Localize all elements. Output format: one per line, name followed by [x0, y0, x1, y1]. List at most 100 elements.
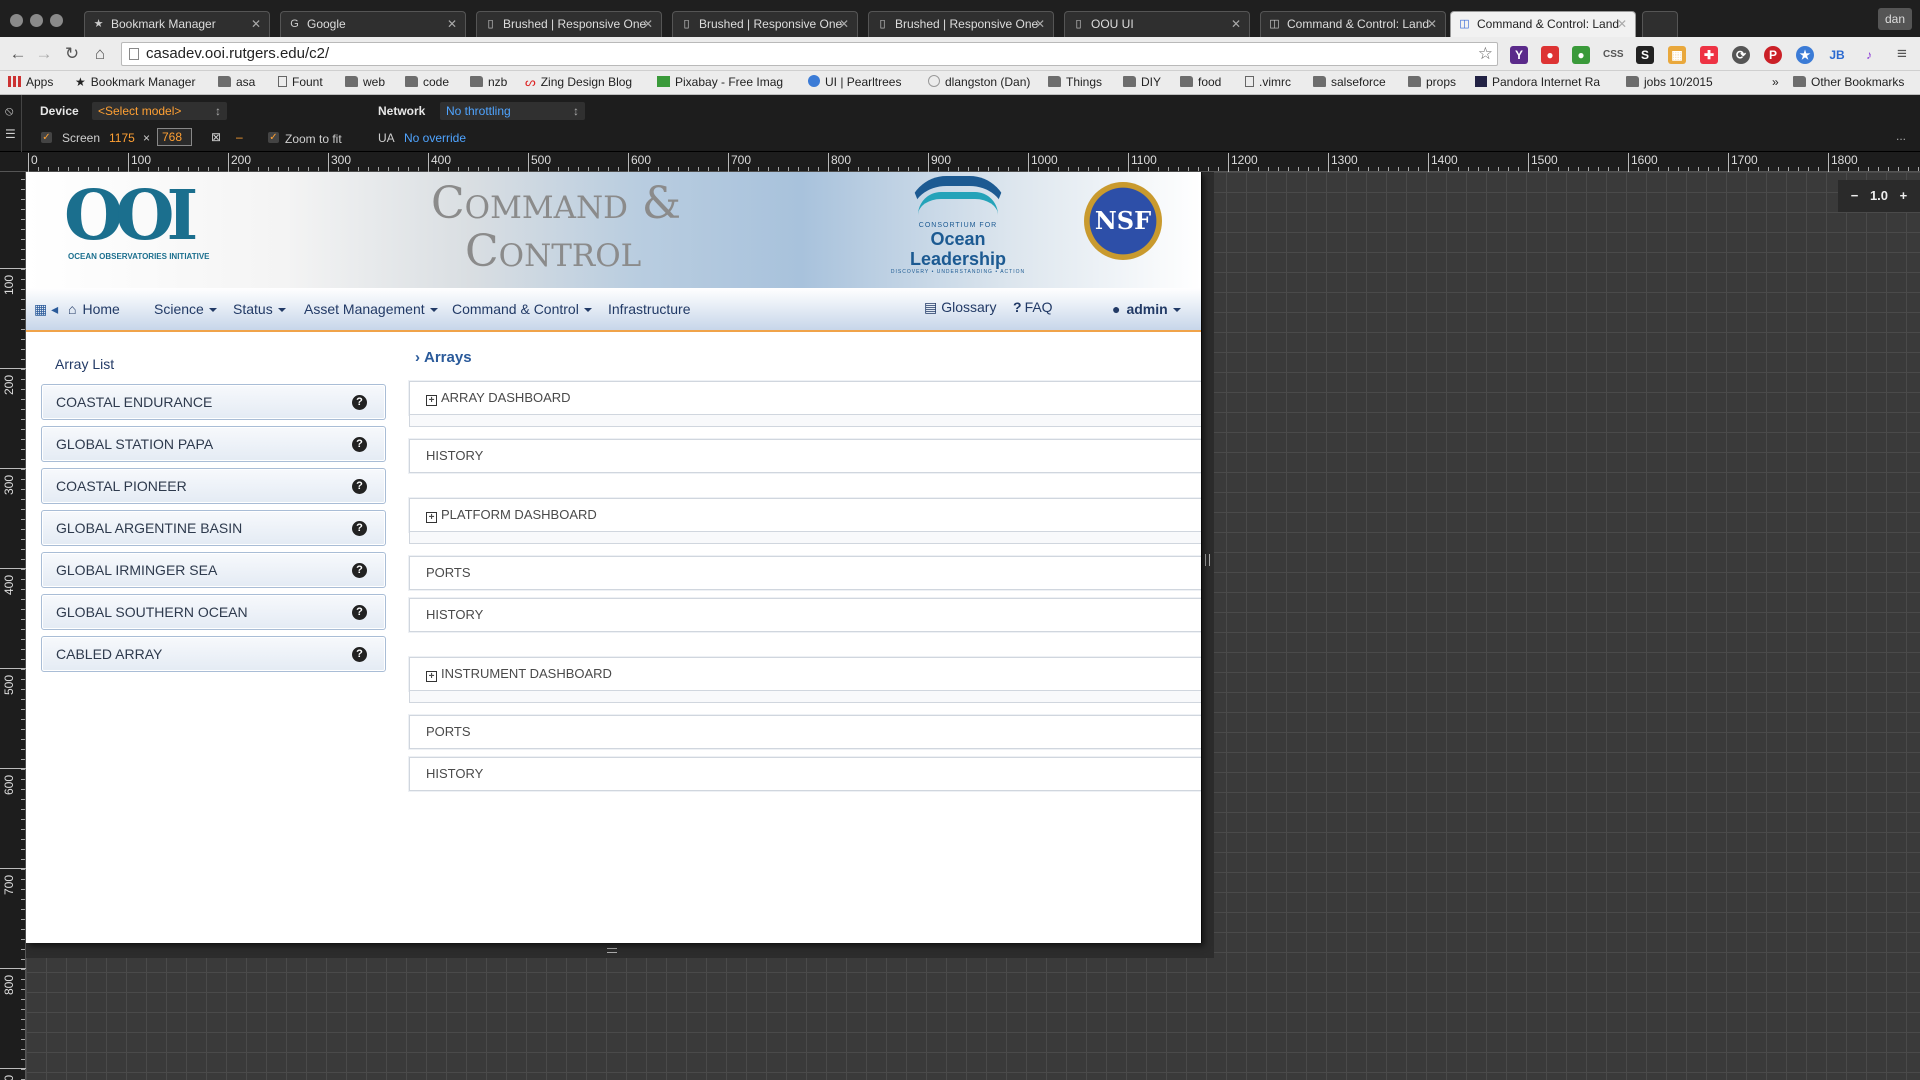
nav-asset-management[interactable]: Asset Management [304, 301, 438, 317]
bookmark-zing[interactable]: ᔕ Zing Design Blog [525, 75, 632, 89]
css-extension-icon[interactable]: CSS [1603, 46, 1624, 64]
evernote-extension-icon[interactable]: ● [1572, 46, 1590, 64]
no-sign-icon[interactable]: ⦸ [5, 103, 13, 119]
expand-icon[interactable]: + [426, 512, 437, 523]
expand-icon[interactable]: + [426, 395, 437, 406]
bookmark-folder-nzb[interactable]: nzb [470, 75, 507, 89]
nav-status[interactable]: Status [233, 301, 286, 317]
ocean-leadership-logo[interactable]: CONSORTIUM FOR Ocean Leadership DISCOVER… [883, 176, 1033, 275]
nav-faq[interactable]: ? FAQ [1013, 299, 1053, 315]
array-dashboard-panel[interactable]: + ARRAY DASHBOARD [409, 381, 1201, 415]
array-history-panel[interactable]: HISTORY [409, 439, 1201, 473]
help-icon[interactable]: ? [352, 563, 367, 578]
bookmark-pixabay[interactable]: Pixabay - Free Imag [657, 75, 783, 89]
bookmark-vimrc[interactable]: .vimrc [1245, 75, 1291, 89]
puzzle-extension-icon[interactable]: ✚ [1700, 46, 1718, 64]
breadcrumb[interactable]: › Arrays [415, 349, 472, 366]
platform-history-panel[interactable]: HISTORY [409, 598, 1201, 632]
help-icon[interactable]: ? [352, 647, 367, 662]
ooi-logo[interactable]: OOI OCEAN OBSERVATORIES INITIATIVE [64, 180, 214, 261]
nav-infrastructure[interactable]: Infrastructure [608, 301, 690, 317]
screen-height-input[interactable]: 768 [157, 128, 192, 146]
profile-button[interactable]: dan [1878, 8, 1912, 30]
back-icon[interactable]: ← [8, 44, 28, 64]
help-icon[interactable]: ? [352, 605, 367, 620]
platform-dashboard-panel[interactable]: + PLATFORM DASHBOARD [409, 498, 1201, 532]
instrument-ports-panel[interactable]: PORTS [409, 715, 1201, 749]
zoom-in-button[interactable]: + [1900, 188, 1908, 203]
user-menu[interactable]: ● admin [1112, 301, 1181, 317]
s-extension-icon[interactable]: S [1636, 46, 1654, 64]
array-item-global-southern-ocean[interactable]: GLOBAL SOUTHERN OCEAN? [41, 594, 386, 630]
reload-icon[interactable]: ↻ [62, 44, 82, 64]
array-item-global-irminger-sea[interactable]: GLOBAL IRMINGER SEA? [41, 552, 386, 588]
tab-bookmark-manager[interactable]: ★ Bookmark Manager ✕ [84, 11, 270, 37]
instrument-dashboard-panel[interactable]: + INSTRUMENT DASHBOARD [409, 657, 1201, 691]
page-info-icon[interactable] [129, 48, 139, 60]
sidebar-toggle-icon[interactable]: ▦ ◂ [34, 301, 58, 318]
array-item-global-argentine-basin[interactable]: GLOBAL ARGENTINE BASIN? [41, 510, 386, 546]
bookmark-folder-salseforce[interactable]: salseforce [1313, 75, 1386, 89]
bookmark-folder-props[interactable]: props [1408, 75, 1456, 89]
bookmark-folder-jobs[interactable]: jobs 10/2015 [1626, 75, 1713, 89]
nsf-logo[interactable]: NSF [1084, 182, 1162, 260]
dpr-value[interactable]: – [236, 130, 243, 144]
window-close-button[interactable] [10, 14, 23, 27]
help-icon[interactable]: ? [352, 479, 367, 494]
bookmark-other[interactable]: Other Bookmarks [1793, 75, 1904, 89]
tab-brushed-2[interactable]: ▯ Brushed | Responsive One ✕ [672, 11, 858, 37]
bookmark-pearltrees[interactable]: UI | Pearltrees [808, 75, 901, 89]
bookmark-folder-asa[interactable]: asa [218, 75, 255, 89]
platform-ports-panel[interactable]: PORTS [409, 556, 1201, 590]
bookmark-folder-web[interactable]: web [345, 75, 385, 89]
bookmarks-overflow-button[interactable]: » [1772, 75, 1779, 89]
ua-override-value[interactable]: No override [404, 131, 466, 145]
tab-close-icon[interactable]: ✕ [447, 12, 457, 36]
array-item-global-station-papa[interactable]: GLOBAL STATION PAPA? [41, 426, 386, 462]
star-extension-icon[interactable]: ★ [1796, 46, 1814, 64]
yahoo-extension-icon[interactable]: Y [1510, 46, 1528, 64]
bookmark-github[interactable]: dlangston (Dan) [928, 75, 1030, 89]
media-query-icon[interactable]: ☰ [5, 127, 16, 141]
jb-extension-icon[interactable]: JB [1828, 46, 1846, 64]
tab-close-icon[interactable]: ✕ [251, 12, 261, 36]
more-options-icon[interactable]: ... [1896, 129, 1906, 143]
tab-command-control-1[interactable]: ◫ Command & Control: Land ✕ [1260, 11, 1446, 37]
window-maximize-button[interactable] [50, 14, 63, 27]
tab-close-icon[interactable]: ✕ [1427, 12, 1437, 36]
expand-icon[interactable]: + [426, 671, 437, 682]
array-item-coastal-endurance[interactable]: COASTAL ENDURANCE? [41, 384, 386, 420]
zoom-out-button[interactable]: − [1851, 188, 1859, 203]
bookmark-folder-food[interactable]: food [1180, 75, 1221, 89]
bookmark-folder-things[interactable]: Things [1048, 75, 1102, 89]
tab-close-icon[interactable]: ✕ [643, 12, 653, 36]
tab-close-icon[interactable]: ✕ [1035, 12, 1045, 36]
help-icon[interactable]: ? [352, 395, 367, 410]
nav-glossary[interactable]: ▤ Glossary [924, 299, 996, 316]
instrument-history-panel[interactable]: HISTORY [409, 757, 1201, 791]
music-extension-icon[interactable]: ♪ [1860, 46, 1878, 64]
device-model-select[interactable]: <Select model> ↕ [92, 102, 227, 120]
nav-science[interactable]: Science [154, 301, 217, 317]
bookmark-star-icon[interactable]: ☆ [1478, 43, 1493, 65]
sync-extension-icon[interactable]: ⟳ [1732, 46, 1750, 64]
bookmark-folder-code[interactable]: code [405, 75, 449, 89]
swap-dimensions-icon[interactable]: ⊠ [211, 130, 221, 144]
tab-google[interactable]: G Google ✕ [280, 11, 466, 37]
bookmark-folder-diy[interactable]: DIY [1123, 75, 1161, 89]
bookmark-manager[interactable]: ★ Bookmark Manager [75, 75, 195, 89]
home-icon[interactable]: ⌂ [90, 44, 110, 64]
screen-checkbox[interactable]: ✓ [41, 132, 52, 143]
tab-close-icon[interactable]: ✕ [839, 12, 849, 36]
nav-home[interactable]: ⌂ Home [68, 301, 120, 317]
viewport-height-resizer[interactable] [26, 943, 1214, 958]
array-item-coastal-pioneer[interactable]: COASTAL PIONEER? [41, 468, 386, 504]
zoom-to-fit-checkbox[interactable]: ✓ [268, 132, 279, 143]
forward-icon[interactable]: → [34, 44, 54, 64]
bookmark-apps[interactable]: Apps [8, 75, 53, 89]
address-bar[interactable]: casadev.ooi.rutgers.edu/c2/ ☆ [121, 42, 1498, 66]
tab-command-control-active[interactable]: ◫ Command & Control: Land ✕ [1450, 11, 1636, 37]
network-throttle-select[interactable]: No throttling ↕ [440, 102, 585, 120]
array-item-cabled-array[interactable]: CABLED ARRAY? [41, 636, 386, 672]
chrome-menu-icon[interactable]: ≡ [1892, 44, 1912, 64]
